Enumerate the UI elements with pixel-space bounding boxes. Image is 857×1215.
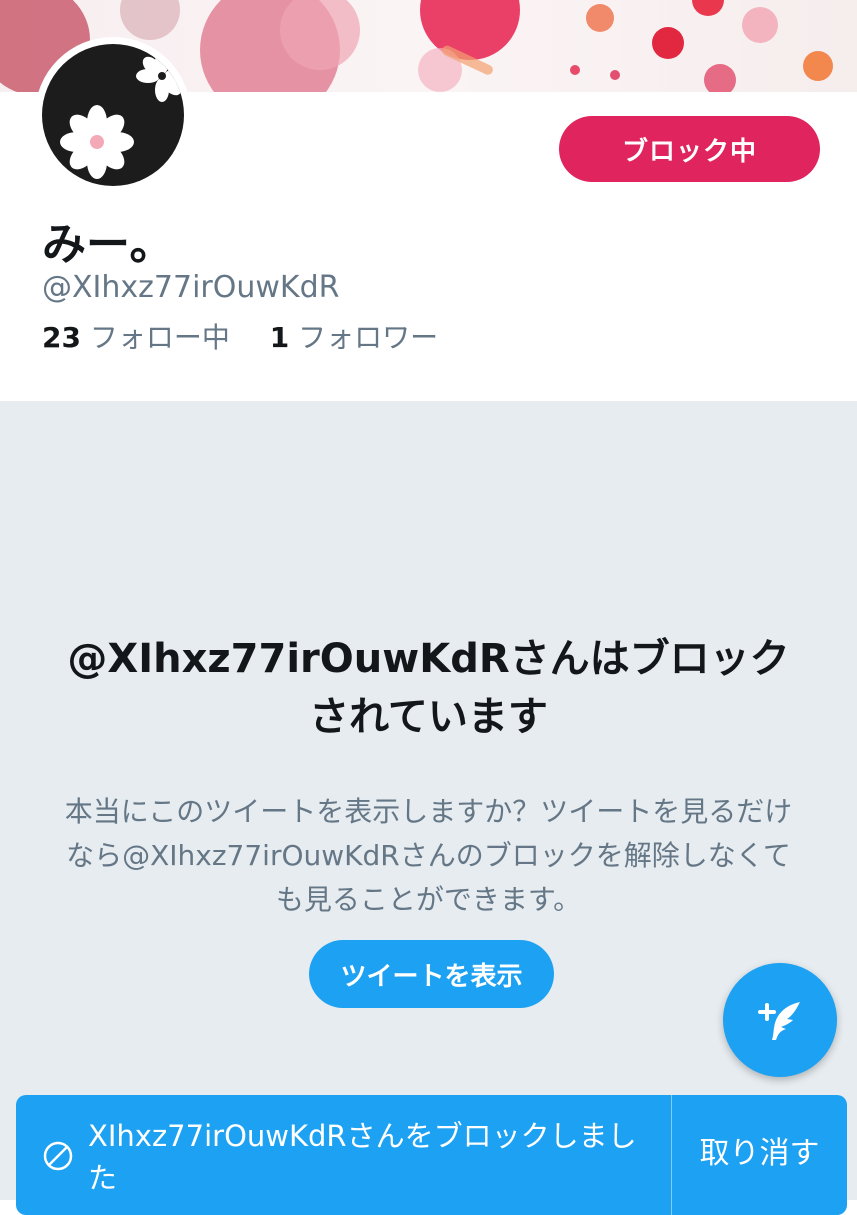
blocked-notice-title: @XIhxz77irOuwKdRさんはブロックされています bbox=[67, 636, 790, 740]
compose-tweet-button[interactable] bbox=[723, 963, 837, 1077]
undo-block-button[interactable]: 取り消す bbox=[672, 1095, 847, 1215]
avatar[interactable] bbox=[42, 44, 184, 186]
followers-count: 1 bbox=[269, 321, 290, 354]
following-label: フォロー中 bbox=[89, 321, 230, 354]
block-confirmation-toast: XIhxz77irOuwKdRさんをブロックしました 取り消す bbox=[16, 1095, 847, 1215]
compose-tweet-icon bbox=[758, 1002, 800, 1040]
blocked-notice-description: 本当にこのツイートを表示しますか？ツイートを見るだけなら@XIhxz77irOu… bbox=[64, 795, 793, 916]
username-handle: @XIhxz77irOuwKdR bbox=[42, 270, 340, 305]
show-tweets-button[interactable]: ツイートを表示 bbox=[309, 940, 554, 1008]
followers-label: フォロワー bbox=[298, 321, 439, 354]
following-link[interactable]: 23 フォロー中 bbox=[42, 321, 239, 354]
display-name: みー。 bbox=[42, 219, 174, 270]
blocked-status-button[interactable]: ブロック中 bbox=[559, 116, 820, 182]
following-count: 23 bbox=[42, 321, 81, 354]
blocked-icon bbox=[43, 1141, 73, 1171]
daisy-flower-icon bbox=[60, 50, 184, 179]
follow-stats: 23 フォロー中 1 フォロワー bbox=[42, 316, 438, 356]
toast-message: XIhxz77irOuwKdRさんをブロックしました bbox=[88, 1119, 637, 1195]
followers-link[interactable]: 1 フォロワー bbox=[270, 321, 438, 354]
